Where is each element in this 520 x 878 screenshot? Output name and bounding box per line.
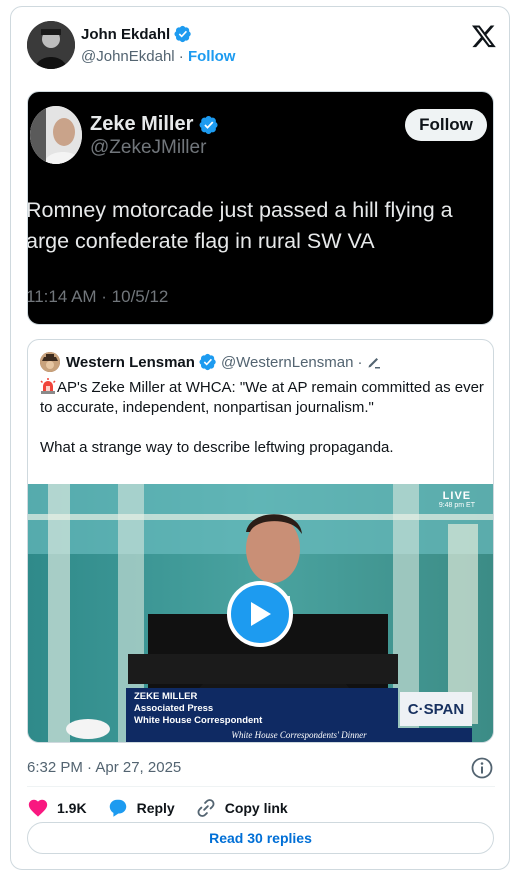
reply-label: Reply bbox=[136, 800, 175, 816]
tweet-actions: 1.9K Reply Copy link bbox=[27, 793, 427, 823]
verified-badge-icon bbox=[199, 115, 218, 134]
tweet-card: John Ekdahl @JohnEkdahl · Follow Zeke Mi… bbox=[10, 6, 510, 870]
reply-button[interactable]: Reply bbox=[107, 797, 175, 819]
screenshot-tweet-text: Romney motorcade just passed a hill flyi… bbox=[27, 198, 453, 253]
play-button[interactable] bbox=[227, 581, 293, 647]
quoted-author-name: Western Lensman bbox=[66, 353, 195, 371]
video-player[interactable]: LIVE 9:48 pm ET ZEKE MILLER Associated P… bbox=[28, 484, 493, 742]
heart-icon bbox=[28, 799, 48, 817]
quoted-tweet-text: AP's Zeke Miller at WHCA: "We at AP rema… bbox=[40, 378, 490, 478]
live-indicator: LIVE 9:48 pm ET bbox=[438, 490, 475, 509]
copy-link-label: Copy link bbox=[224, 800, 288, 816]
author-name[interactable]: John Ekdahl bbox=[81, 26, 170, 43]
read-replies-button[interactable]: Read 30 replies bbox=[27, 822, 494, 854]
link-icon bbox=[197, 799, 215, 817]
screenshot-avatar bbox=[30, 106, 82, 164]
screenshot-author-handle: @ZekeJMiller bbox=[90, 137, 207, 158]
siren-emoji-icon bbox=[40, 378, 56, 394]
screenshot-author-name: Zeke Miller bbox=[90, 113, 194, 135]
author-handle[interactable]: @JohnEkdahl bbox=[81, 48, 175, 65]
x-logo-icon[interactable] bbox=[471, 23, 497, 49]
quoted-text-paragraph-2: What a strange way to describe leftwing … bbox=[40, 439, 394, 456]
network-logo: C·SPAN bbox=[400, 692, 472, 726]
quoted-tweet[interactable]: Western Lensman @WesternLensman · AP's Z… bbox=[27, 339, 494, 743]
screenshot-timestamp: 11:14 AM · 10/5/12 bbox=[27, 287, 169, 306]
event-banner: White House Correspondents' Dinner bbox=[126, 728, 472, 742]
quoted-text-paragraph-1: AP's Zeke Miller at WHCA: "We at AP rema… bbox=[40, 379, 484, 416]
follow-link[interactable]: Follow bbox=[188, 48, 236, 65]
live-time: 9:48 pm ET bbox=[438, 502, 475, 509]
like-count: 1.9K bbox=[57, 800, 87, 816]
tweet-timestamp[interactable]: 6:32 PM · Apr 27, 2025 bbox=[27, 759, 181, 776]
separator: · bbox=[174, 48, 188, 65]
author-avatar[interactable] bbox=[27, 21, 75, 69]
verified-badge-icon bbox=[199, 353, 216, 371]
tweet-author-header: John Ekdahl @JohnEkdahl · Follow bbox=[27, 21, 497, 69]
play-icon bbox=[251, 602, 271, 626]
reply-bubble-icon bbox=[109, 799, 126, 817]
lower-third-caption: ZEKE MILLER Associated Press White House… bbox=[126, 688, 398, 728]
embedded-tweet-screenshot[interactable]: Zeke Miller @ZekeJMiller Follow Romney m… bbox=[27, 91, 494, 325]
verified-badge-icon bbox=[174, 25, 191, 43]
like-button[interactable]: 1.9K bbox=[27, 797, 87, 819]
screenshot-follow-button: Follow bbox=[405, 109, 487, 141]
quoted-author-avatar bbox=[40, 352, 60, 372]
quoted-author-handle: @WesternLensman bbox=[220, 353, 354, 371]
separator: · bbox=[357, 353, 363, 371]
edit-pencil-icon bbox=[368, 358, 381, 369]
info-icon[interactable] bbox=[470, 756, 494, 780]
divider bbox=[27, 786, 495, 787]
copy-link-button[interactable]: Copy link bbox=[195, 797, 288, 819]
